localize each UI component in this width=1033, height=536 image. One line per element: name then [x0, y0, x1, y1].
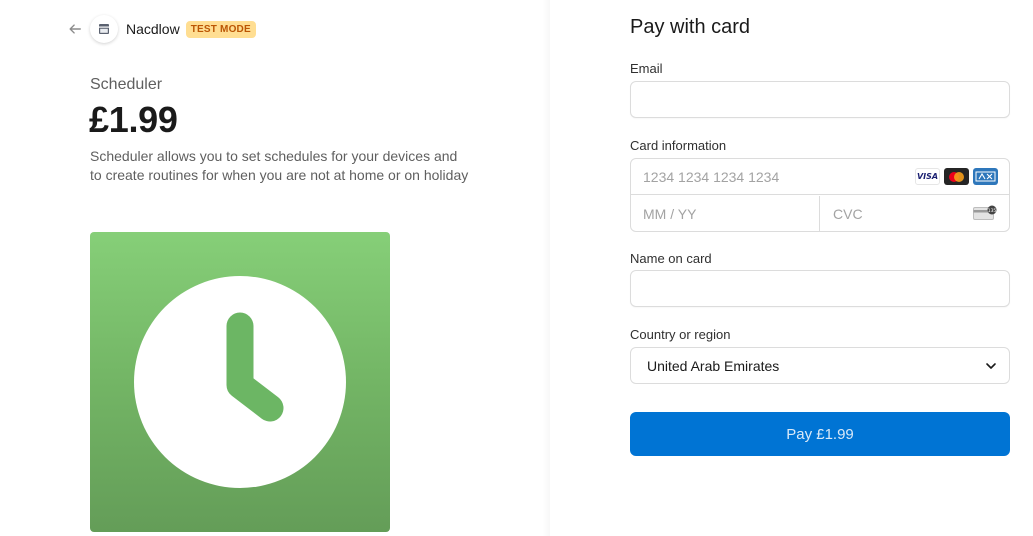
- merchant-name: Nacdlow: [126, 21, 180, 37]
- store-icon: [90, 15, 118, 43]
- visa-icon: VISA: [915, 168, 940, 185]
- chevron-down-icon: [986, 363, 996, 369]
- svg-text:135: 135: [988, 208, 997, 214]
- test-mode-badge: TEST MODE: [185, 20, 256, 38]
- back-arrow-icon[interactable]: [66, 15, 84, 43]
- expiry-wrapper: [631, 196, 820, 231]
- name-on-card-wrapper: [630, 270, 1010, 307]
- payment-form-pane: Pay with card Email Card information VIS…: [550, 0, 1033, 536]
- name-on-card-label: Name on card: [630, 251, 712, 266]
- payment-title: Pay with card: [630, 16, 751, 38]
- email-label: Email: [630, 61, 663, 76]
- clock-icon: [134, 276, 346, 488]
- cvc-wrapper: 135: [821, 196, 1009, 231]
- mastercard-icon: [944, 168, 969, 185]
- email-field-wrapper: [630, 81, 1010, 118]
- product-name: Scheduler: [90, 76, 163, 93]
- card-number-wrapper: VISA: [631, 159, 1009, 195]
- product-description: Scheduler allows you to set schedules fo…: [90, 148, 469, 183]
- country-selected-value: United Arab Emirates: [647, 357, 780, 374]
- pay-button[interactable]: Pay £1.99: [630, 412, 1010, 456]
- name-on-card-field[interactable]: [631, 271, 1009, 306]
- country-select[interactable]: United Arab Emirates: [630, 347, 1010, 384]
- card-information-group: VISA 135: [630, 158, 1010, 232]
- checkout-page: Nacdlow TEST MODE Scheduler £1.99 Schedu…: [0, 0, 1033, 536]
- card-information-label: Card information: [630, 138, 727, 153]
- product-summary-pane: Nacdlow TEST MODE Scheduler £1.99 Schedu…: [0, 0, 550, 536]
- cvc-card-icon: 135: [973, 205, 997, 220]
- email-field[interactable]: [631, 82, 1009, 117]
- product-price: £1.99: [89, 99, 178, 140]
- product-image: [90, 232, 390, 532]
- amex-icon: [973, 168, 998, 185]
- merchant-header: Nacdlow TEST MODE: [66, 15, 256, 43]
- country-label: Country or region: [630, 327, 731, 342]
- expiry-input[interactable]: [631, 196, 819, 231]
- card-brands: VISA: [915, 168, 998, 185]
